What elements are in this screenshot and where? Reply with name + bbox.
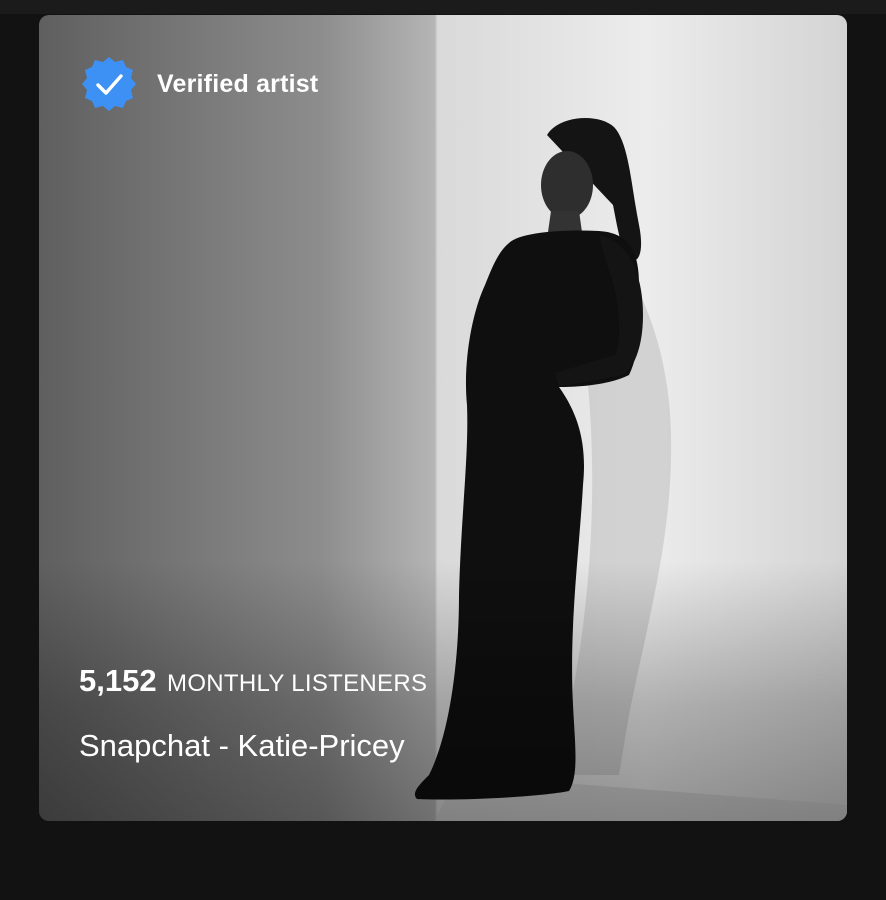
artist-about-card[interactable]: Verified artist 5,152 MONTHLY LISTENERS … xyxy=(39,15,847,821)
artist-bio: Snapchat - Katie-Pricey xyxy=(79,728,405,763)
monthly-listeners: 5,152 MONTHLY LISTENERS xyxy=(79,663,427,699)
listeners-label: MONTHLY LISTENERS xyxy=(167,670,428,697)
listeners-count: 5,152 xyxy=(79,663,157,698)
top-bar xyxy=(0,0,886,14)
page: Verified artist 5,152 MONTHLY LISTENERS … xyxy=(0,0,886,900)
verified-check-icon xyxy=(82,57,136,111)
verified-row: Verified artist xyxy=(80,55,318,113)
verified-label: Verified artist xyxy=(157,69,319,98)
